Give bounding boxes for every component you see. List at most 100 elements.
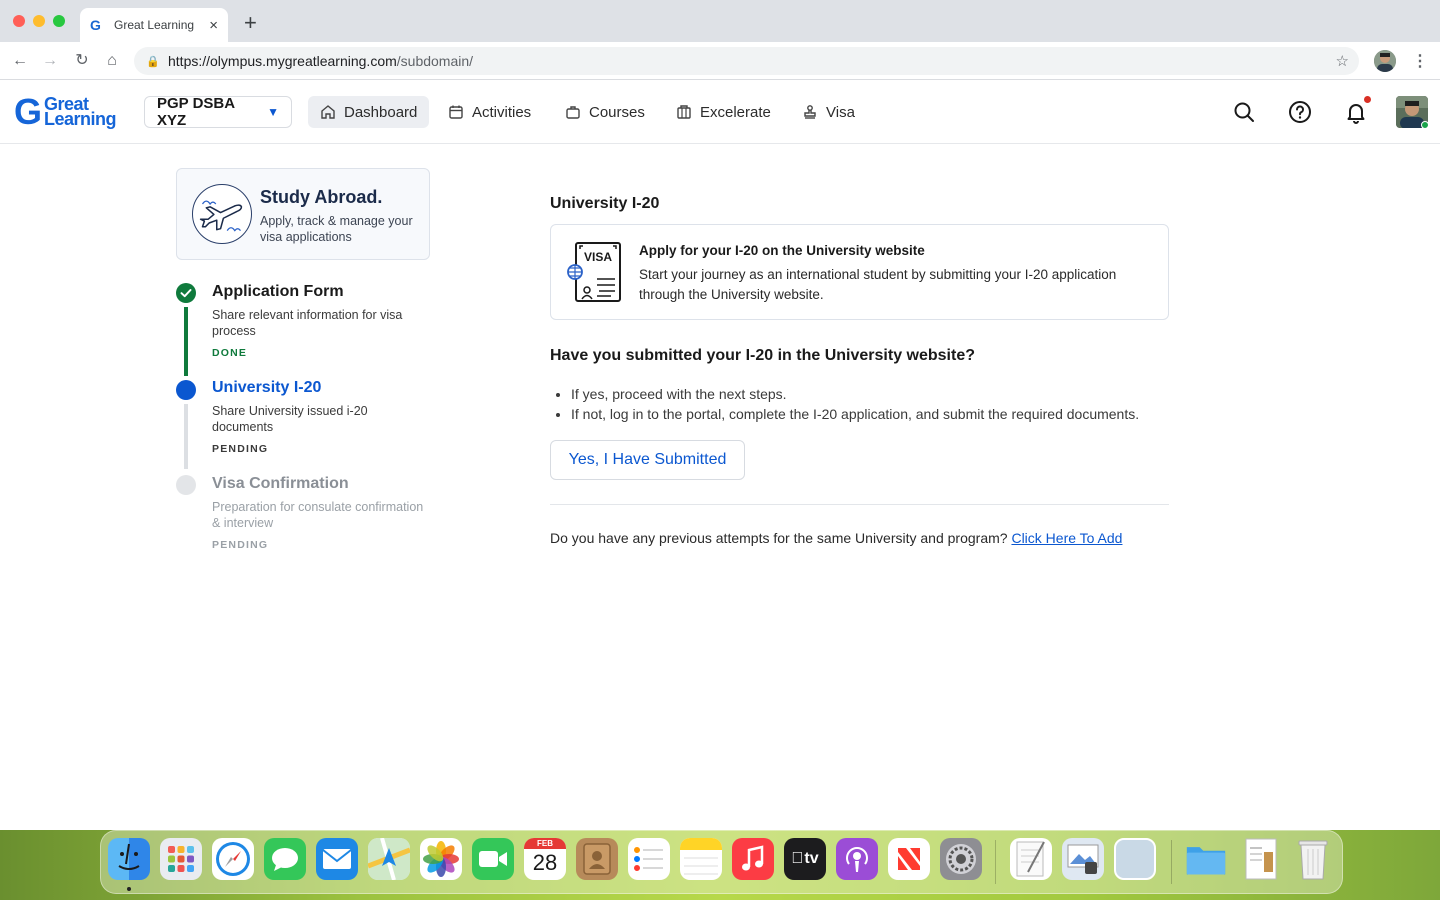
search-icon[interactable]	[1232, 100, 1256, 124]
bell-icon[interactable]	[1344, 100, 1368, 124]
program-selector[interactable]: PGP DSBA XYZ ▼	[144, 95, 292, 129]
finder-icon[interactable]	[108, 838, 150, 880]
nav-visa-label: Visa	[826, 103, 855, 121]
nav-dashboard[interactable]: Dashboard	[308, 96, 430, 128]
great-learning-logo[interactable]: G Great Learning	[14, 94, 117, 130]
notes-icon[interactable]	[680, 838, 722, 880]
step-description: Share University issued i-20 documents	[212, 404, 368, 434]
help-icon[interactable]	[1288, 100, 1312, 124]
address-bar[interactable]: 🔒 https://olympus.mygreatlearning.com/su…	[134, 47, 1359, 75]
facetime-icon[interactable]	[472, 838, 514, 880]
music-icon[interactable]	[732, 838, 774, 880]
current-step-dot	[176, 380, 196, 400]
browser-toolbar: ← → ↻ ⌂ 🔒 https://olympus.mygreatlearnin…	[0, 42, 1440, 80]
news-icon[interactable]	[888, 838, 930, 880]
safari-icon[interactable]	[212, 838, 254, 880]
step-visa-confirmation[interactable]: Visa Confirmation Preparation for consul…	[176, 475, 436, 555]
dock-separator	[995, 840, 996, 884]
section-title: University I-20	[550, 195, 660, 212]
new-tab-button[interactable]: +	[244, 11, 257, 35]
profile-avatar[interactable]	[1374, 50, 1396, 72]
logo-line2: Learning	[44, 109, 117, 129]
calendar-day: 28	[532, 850, 558, 875]
step-connector-done	[184, 307, 188, 376]
folder-icon[interactable]	[1185, 838, 1227, 880]
preview-icon[interactable]	[1062, 838, 1104, 880]
apply-i20-card: VISA Apply for your I-20 on the Universi…	[550, 224, 1169, 320]
finder-running-indicator	[127, 887, 131, 891]
zoom-window-button[interactable]	[53, 15, 65, 27]
calendar-icon	[448, 104, 464, 120]
home-button-icon[interactable]: ⌂	[102, 51, 122, 71]
reminders-icon[interactable]	[628, 838, 670, 880]
step-status-done: DONE	[212, 347, 248, 359]
document-icon[interactable]	[1240, 838, 1282, 880]
building-icon	[676, 104, 692, 120]
nav-activities[interactable]: Activities	[436, 96, 543, 128]
info-description: Start your journey as an international s…	[639, 267, 1117, 302]
step-title: Visa Confirmation	[212, 475, 349, 492]
bookmark-star-icon[interactable]: ☆	[1336, 52, 1349, 70]
trash-icon[interactable]	[1292, 838, 1334, 880]
step-title: University I-20	[212, 379, 322, 396]
list-item: If not, log in to the portal, complete t…	[556, 404, 1139, 424]
study-abroad-title: Study Abroad.	[260, 187, 383, 207]
notification-dot	[1364, 96, 1371, 103]
yes-submitted-button[interactable]: Yes, I Have Submitted	[550, 440, 745, 480]
close-window-button[interactable]	[13, 15, 25, 27]
textedit-icon[interactable]	[1010, 838, 1052, 880]
visa-document-icon: VISA	[567, 241, 623, 303]
nav-excelerate[interactable]: Excelerate	[664, 96, 783, 128]
airplane-icon	[192, 184, 252, 244]
minimize-window-button[interactable]	[33, 15, 45, 27]
chevron-down-icon: ▼	[267, 105, 279, 119]
reload-icon[interactable]: ↻	[72, 51, 92, 71]
photos-icon[interactable]	[420, 838, 462, 880]
nav-courses[interactable]: Courses	[553, 96, 657, 128]
nav-dashboard-label: Dashboard	[344, 103, 418, 121]
lock-icon: 🔒	[146, 56, 160, 68]
calendar-month: FEB	[524, 838, 566, 849]
back-arrow-icon[interactable]: ←	[10, 51, 30, 71]
calendar-app-icon[interactable]: FEB 28	[524, 838, 566, 880]
list-item: If yes, proceed with the next steps.	[556, 384, 1139, 404]
blank-window-icon[interactable]	[1114, 838, 1156, 880]
maps-icon[interactable]	[368, 838, 410, 880]
step-status-pending: PENDING	[212, 443, 269, 455]
dock-separator	[1171, 840, 1172, 884]
app-header: G Great Learning PGP DSBA XYZ ▼ Dashboar…	[0, 80, 1440, 144]
study-abroad-subtitle: Apply, track & manage your visa applicat…	[260, 214, 413, 244]
apple-tv-icon[interactable]: tv	[784, 838, 826, 880]
podcasts-icon[interactable]	[836, 838, 878, 880]
url-host: https://olympus.mygreatlearning.com	[168, 53, 397, 69]
forward-arrow-icon[interactable]: →	[40, 51, 60, 71]
system-preferences-icon[interactable]	[940, 838, 982, 880]
tab-close-icon[interactable]: ×	[209, 17, 218, 34]
browser-tab[interactable]: G Great Learning ×	[80, 8, 228, 42]
url-path: /subdomain/	[396, 53, 474, 69]
divider	[550, 504, 1169, 505]
browser-menu-icon[interactable]: ⋮	[1412, 51, 1428, 71]
check-circle-icon	[176, 283, 196, 303]
tv-label: tv	[798, 850, 818, 867]
nav-activities-label: Activities	[472, 103, 532, 121]
step-application-form[interactable]: Application Form Share relevant informat…	[176, 283, 436, 379]
tab-title: Great Learning	[114, 18, 195, 32]
svg-text:VISA: VISA	[584, 250, 612, 264]
briefcase-icon	[565, 104, 581, 120]
nav-excelerate-label: Excelerate	[700, 103, 771, 121]
step-description: Preparation for consulate confirmation &…	[212, 500, 424, 530]
stamp-icon	[802, 104, 818, 120]
click-here-to-add-link[interactable]: Click Here To Add	[1011, 530, 1122, 546]
contacts-icon[interactable]	[576, 838, 618, 880]
messages-icon[interactable]	[264, 838, 306, 880]
step-university-i20[interactable]: University I-20 Share University issued …	[176, 379, 436, 475]
nav-courses-label: Courses	[589, 103, 645, 121]
launchpad-icon[interactable]	[160, 838, 202, 880]
step-title: Application Form	[212, 283, 344, 300]
google-favicon-icon: G	[90, 17, 101, 33]
mail-icon[interactable]	[316, 838, 358, 880]
nav-visa[interactable]: Visa	[790, 96, 867, 128]
home-icon	[320, 104, 336, 120]
step-status-pending: PENDING	[212, 539, 269, 551]
